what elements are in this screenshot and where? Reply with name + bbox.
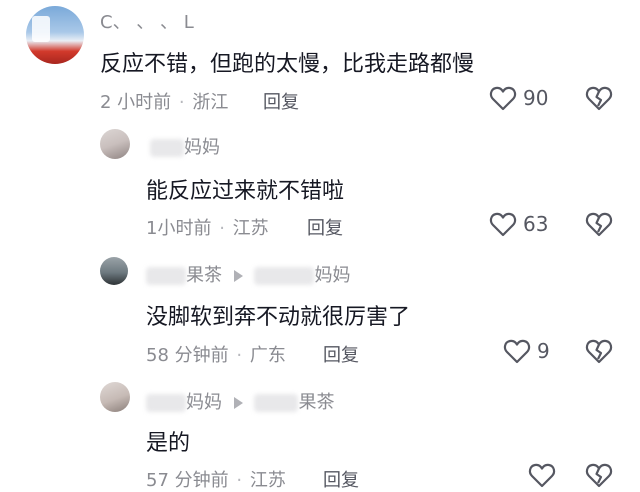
redacted-name — [146, 394, 186, 412]
reply-username[interactable]: 妈妈 — [150, 133, 220, 159]
reply-button[interactable]: 回复 — [323, 341, 359, 367]
reply-content: 能反应过来就不错啦 — [146, 179, 345, 204]
reply-avatar[interactable] — [100, 382, 130, 412]
redacted-name — [150, 139, 184, 157]
reply-content: 没脚软到奔不动就很厉害了 — [146, 305, 411, 330]
meta-separator: · — [236, 470, 243, 491]
like-button[interactable]: 9 — [503, 338, 550, 364]
comment-time: 2 小时前 — [100, 92, 172, 113]
reply-username[interactable]: 妈妈 果茶 — [146, 388, 334, 414]
reply-time: 57 分钟前 — [146, 470, 229, 491]
like-count: 9 — [537, 339, 550, 363]
like-button[interactable]: 90 — [489, 85, 548, 111]
broken-heart-icon — [585, 85, 613, 111]
reply-content: 是的 — [146, 431, 191, 456]
heart-outline-icon — [489, 85, 517, 111]
heart-outline-icon — [489, 211, 517, 237]
dislike-button[interactable] — [585, 211, 613, 237]
reply-location: 广东 — [249, 345, 286, 366]
reply-avatar[interactable] — [100, 257, 128, 285]
triangle-right-icon — [233, 397, 243, 409]
redacted-name — [254, 394, 299, 412]
like-count: 63 — [523, 212, 549, 236]
reply-button[interactable]: 回复 — [263, 88, 299, 114]
reply-avatar[interactable] — [100, 129, 130, 159]
comment-content: 反应不错，但跑的太慢，比我走路都慢 — [100, 52, 475, 77]
heart-outline-icon — [503, 338, 531, 364]
meta-separator: · — [236, 345, 243, 366]
dislike-button[interactable] — [585, 338, 613, 364]
broken-heart-icon — [585, 338, 613, 364]
reply-username[interactable]: 果茶 妈妈 — [146, 261, 350, 287]
like-button[interactable]: 63 — [489, 211, 548, 237]
meta-separator: · — [178, 92, 185, 113]
like-button[interactable] — [528, 462, 568, 488]
dislike-button[interactable] — [585, 85, 613, 111]
redacted-name — [254, 267, 315, 285]
redacted-name — [146, 267, 186, 285]
reply-meta: 57 分钟前 · 江苏 — [146, 466, 286, 492]
heart-outline-icon — [528, 462, 568, 488]
reply-location: 江苏 — [232, 218, 269, 239]
reply-time: 58 分钟前 — [146, 345, 229, 366]
reply-meta: 58 分钟前 · 广东 — [146, 341, 286, 367]
reply-button[interactable]: 回复 — [307, 214, 343, 240]
avatar[interactable] — [26, 6, 84, 64]
reply-to-name: 果茶 — [298, 392, 335, 413]
reply-meta: 1小时前 · 江苏 — [146, 214, 269, 240]
dislike-button[interactable] — [585, 462, 613, 488]
reply-location: 江苏 — [249, 470, 286, 491]
triangle-right-icon — [233, 270, 243, 282]
comment-meta: 2 小时前 · 浙江 — [100, 88, 228, 114]
reply-to-name: 妈妈 — [314, 265, 351, 286]
reply-time: 1小时前 — [146, 218, 212, 239]
reply-button[interactable]: 回复 — [323, 466, 359, 492]
broken-heart-icon — [585, 211, 613, 237]
comment-location: 浙江 — [192, 92, 229, 113]
meta-separator: · — [219, 218, 225, 239]
like-count: 90 — [523, 86, 549, 110]
broken-heart-icon — [585, 462, 613, 488]
comment-username[interactable]: C、 、 、 L — [100, 8, 194, 34]
